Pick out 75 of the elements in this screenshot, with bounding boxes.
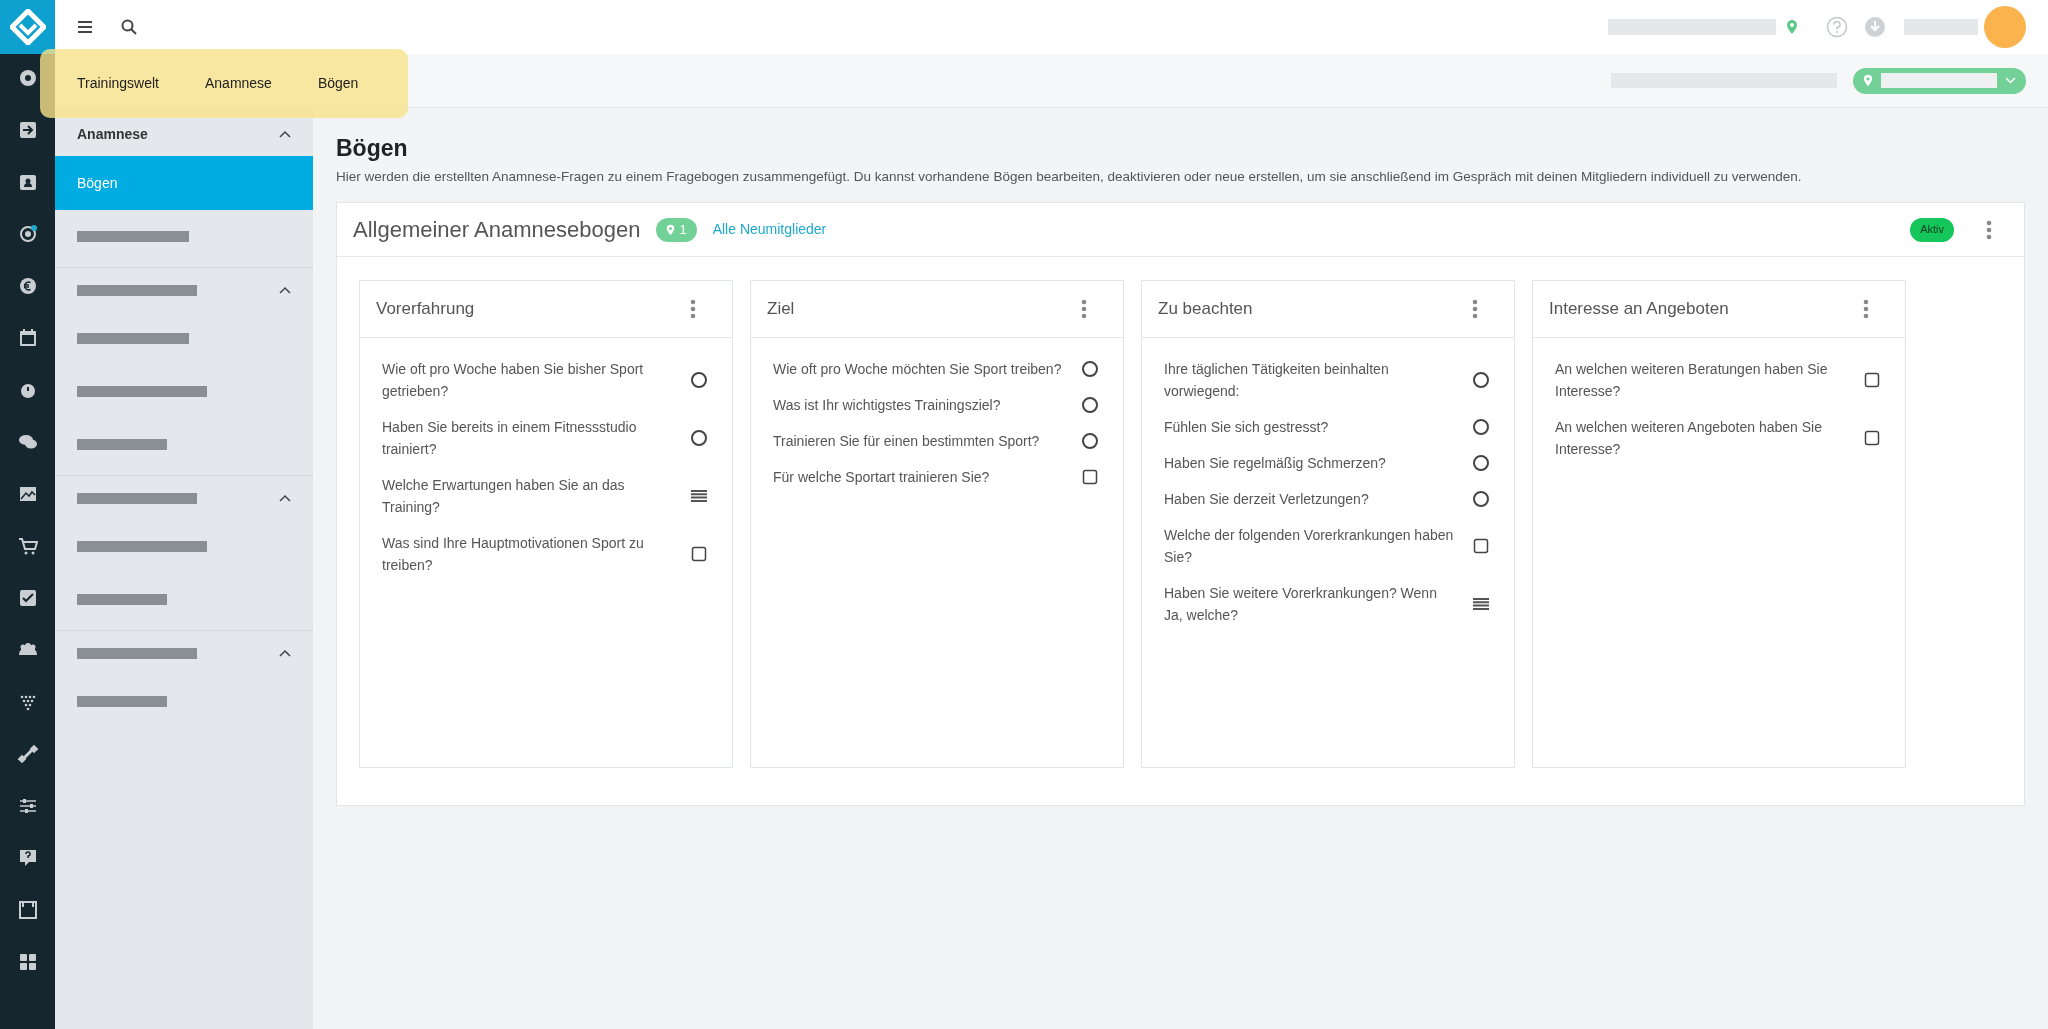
question-text: Trainieren Sie für einen bestimmten Sport?: [773, 432, 1040, 451]
location-pin-icon: [1863, 74, 1873, 87]
radio-icon: [690, 371, 708, 389]
question-text: Was ist Ihr wichtigstes Trainingsziel?: [773, 396, 1001, 415]
section-title: Interesse an Angeboten: [1549, 298, 1729, 321]
radio-icon: [1081, 360, 1099, 378]
search-icon[interactable]: [121, 19, 137, 35]
question-text: Haben Sie bereits in einem Fitnessstudio trainiert?: [382, 418, 638, 459]
sliders-icon[interactable]: [17, 796, 38, 816]
question-text: An welchen weiteren Beratungen haben Sie Interesse?: [1555, 360, 1829, 401]
page-title: Bögen: [336, 134, 409, 163]
page-description: Hier werden die erstellten Anamnese-Fragen zu einem Fragebogen zusammengefügt. Du kannst vorhandene Bögen bearbeiten, deaktivieren oder neue erstellen, um sie anschließend im Gespräch mit deinen Mitgliedern individuell zu verwenden.: [336, 168, 1803, 186]
login-icon[interactable]: [17, 120, 38, 140]
text-lines-icon: [1472, 595, 1490, 613]
location-count: 1: [679, 220, 687, 239]
breadcrumb-link[interactable]: Anamnese: [204, 73, 272, 94]
help-bubble-icon[interactable]: [17, 848, 38, 868]
breadcrumb-link[interactable]: Trainingswelt: [77, 73, 159, 94]
section-title: Vorerfahrung: [376, 298, 475, 321]
question-text: An welchen weiteren Angeboten haben Sie Interesse?: [1555, 418, 1823, 459]
question-text: Fühlen Sie sich gestresst?: [1164, 418, 1329, 437]
chevron-up-icon[interactable]: [279, 130, 291, 138]
question-text: Wie oft pro Woche haben Sie bisher Sport getrieben?: [382, 360, 645, 401]
grid-icon[interactable]: [17, 952, 38, 972]
radio-icon: [1081, 396, 1099, 414]
question-text: Was sind Ihre Hauptmotivationen Sport zu treiben?: [382, 534, 645, 575]
sidebar-group-title[interactable]: Anamnese: [77, 123, 148, 145]
calendar-icon[interactable]: [17, 328, 38, 348]
location-pin-icon: [666, 223, 676, 236]
radio-icon: [1081, 432, 1099, 450]
cart-icon[interactable]: [17, 536, 38, 556]
radio-icon: [1472, 454, 1490, 472]
chevron-up-icon[interactable]: [279, 649, 291, 657]
chevron-up-icon[interactable]: [279, 286, 291, 294]
checkbox-icon: [690, 545, 708, 563]
target-icon[interactable]: [17, 224, 38, 244]
section-title: Ziel: [767, 298, 795, 321]
radio-icon: [1472, 490, 1490, 508]
question-text: Haben Sie regelmäßig Schmerzen?: [1164, 454, 1386, 473]
diamond-logo-icon: [9, 9, 46, 45]
more-vertical-icon[interactable]: [690, 299, 696, 319]
radio-icon: [1472, 418, 1490, 436]
question-text: Wie oft pro Woche möchten Sie Sport treiben?: [773, 360, 1062, 379]
status-badge: Aktiv: [1910, 217, 1954, 242]
checkbox-icon: [1081, 468, 1099, 486]
checkbox-icon: [1863, 429, 1881, 447]
chart-icon[interactable]: [17, 484, 38, 504]
question-text: Welche der folgenden Vorerkrankungen haben Sie?: [1164, 526, 1455, 567]
dumbbell-icon[interactable]: [17, 744, 38, 764]
question-text: Welche Erwartungen haben Sie an das Training?: [382, 476, 626, 517]
more-vertical-icon[interactable]: [1081, 299, 1087, 319]
checkbox-icon: [1472, 537, 1490, 555]
question-text: Für welche Sportart trainieren Sie?: [773, 468, 990, 487]
question-text: Haben Sie weitere Vorerkrankungen? Wenn Ja, welche?: [1164, 584, 1438, 625]
menu-icon[interactable]: [77, 20, 93, 34]
section-title: Zu beachten: [1158, 298, 1253, 321]
question-text: Ihre täglichen Tätigkeiten beinhalten vorwiegend:: [1164, 360, 1390, 401]
radio-icon: [1472, 371, 1490, 389]
logo[interactable]: [0, 0, 55, 54]
questionnaire-title: Allgemeiner Anamnesebogen: [353, 216, 641, 244]
more-vertical-icon[interactable]: [1863, 299, 1869, 319]
euro-icon[interactable]: [17, 276, 38, 296]
checkbox-icon: [1863, 371, 1881, 389]
contact-card-icon[interactable]: [17, 172, 38, 192]
more-vertical-icon[interactable]: [1986, 219, 1992, 240]
breadcrumb-link[interactable]: Bögen: [317, 73, 359, 94]
chevron-down-icon: [2005, 77, 2016, 84]
radio-icon: [690, 429, 708, 447]
dashboard-icon[interactable]: [17, 68, 38, 88]
checkbox-icon[interactable]: [17, 588, 38, 608]
text-lines-icon: [690, 487, 708, 505]
more-vertical-icon[interactable]: [1472, 299, 1478, 319]
location-pin-icon: [1786, 19, 1798, 35]
question-text: Haben Sie derzeit Verletzungen?: [1164, 490, 1369, 509]
chevron-up-icon[interactable]: [279, 494, 291, 502]
